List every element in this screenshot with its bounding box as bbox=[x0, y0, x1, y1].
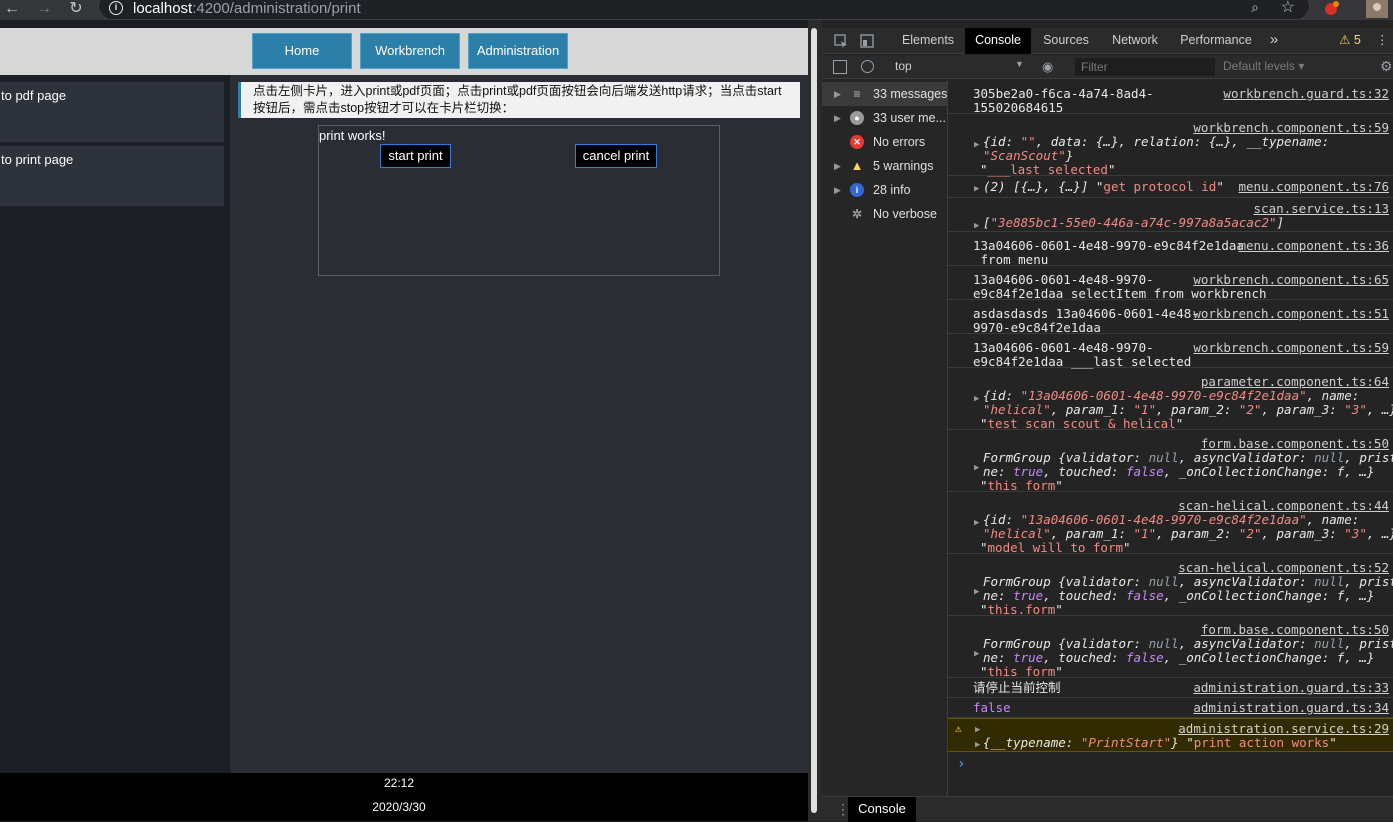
card-to-print-page[interactable]: to print page bbox=[0, 146, 224, 206]
print-title: print works! bbox=[319, 128, 386, 143]
console-message: form.base.component.ts:50 ▶ FormGroup {v… bbox=[948, 430, 1393, 493]
warning-icon: ⚠ bbox=[1339, 33, 1351, 47]
warnings-badge[interactable]: ⚠ 5 bbox=[1337, 28, 1363, 54]
error-icon: ✕ bbox=[850, 135, 864, 149]
splitter-grip[interactable] bbox=[811, 28, 817, 813]
console-message: scan-helical.component.ts:52 ▶ FormGroup… bbox=[948, 554, 1393, 617]
context-dropdown-icon[interactable]: ▼ bbox=[1015, 59, 1024, 69]
bookmark-star-icon[interactable]: ☆ bbox=[1281, 0, 1295, 17]
console-message: scan-helical.component.ts:44 ▶ {id: "13a… bbox=[948, 492, 1393, 555]
console-toolbar: top ▼ ◉ Filter Default levels ▾ ⚙ bbox=[822, 55, 1393, 79]
warning-icon: ⚠ bbox=[955, 722, 962, 735]
console-message: asdasdasds 13a04606-0601-4e48- 9970-e9c8… bbox=[948, 300, 1393, 335]
console-message: scan.service.ts:13 ▶ ["3e885bc1-55e0-446… bbox=[948, 198, 1393, 232]
sidebar-item-messages[interactable]: ▶ ≡ 33 messages bbox=[822, 82, 948, 106]
console-message: ▶ (2) [{…}, {…}] "get protocol id" menu.… bbox=[948, 176, 1393, 198]
start-print-button[interactable]: start print bbox=[380, 144, 451, 168]
more-tabs-icon[interactable]: » bbox=[1266, 28, 1282, 54]
forward-icon[interactable]: → bbox=[34, 0, 54, 20]
console-message: false administration.guard.ts:34 bbox=[948, 698, 1393, 718]
console-message: 305be2a0-f6ca-4a74-8ad4- 155020684615 wor… bbox=[948, 80, 1393, 115]
app-header: Home Workbrench Administration bbox=[0, 28, 808, 75]
console-log: 305be2a0-f6ca-4a74-8ad4- 155020684615 wor… bbox=[948, 80, 1393, 796]
console-message: 13a04606-0601-4e48-9970- e9c84f2e1daa __… bbox=[948, 334, 1393, 369]
sidebar-item-verbose[interactable]: ✲ No verbose bbox=[822, 202, 948, 226]
tab-console[interactable]: Console bbox=[965, 28, 1031, 54]
console-message: parameter.component.ts:64 ▶ {id: "13a046… bbox=[948, 368, 1393, 431]
drawer-tab-console[interactable]: Console bbox=[848, 797, 916, 822]
panel-splitter[interactable] bbox=[808, 20, 822, 821]
instruction-notice: 点击左侧卡片，进入print或pdf页面；点击print或pdf页面按钮会向后端… bbox=[238, 82, 800, 118]
user-icon: ● bbox=[850, 111, 864, 125]
device-toolbar-icon[interactable] bbox=[856, 28, 878, 54]
app-viewport: Home Workbrench Administration to pdf pa… bbox=[0, 20, 808, 821]
log-levels-select[interactable]: Default levels ▾ bbox=[1223, 59, 1304, 73]
tab-sources[interactable]: Sources bbox=[1033, 28, 1099, 54]
tab-performance[interactable]: Performance bbox=[1174, 28, 1258, 54]
app-footer: 22:12 2020/3/30 bbox=[0, 773, 808, 821]
devtools-panel: Elements Console Sources Network Perform… bbox=[822, 20, 1393, 822]
console-sidebar: ▶ ≡ 33 messages ▶ ● 33 user me... ✕ No errors… bbox=[822, 80, 948, 796]
devtools-tabbar: Elements Console Sources Network Perform… bbox=[822, 28, 1393, 54]
console-prompt-input[interactable]: › bbox=[957, 756, 965, 772]
tab-elements[interactable]: Elements bbox=[893, 28, 963, 54]
bug-icon: ✲ bbox=[851, 207, 863, 221]
list-icon: ≡ bbox=[853, 87, 861, 101]
nav-home-button[interactable]: Home bbox=[252, 33, 352, 69]
nav-workbrench-button[interactable]: Workbrench bbox=[360, 33, 460, 69]
nav-administration-button[interactable]: Administration bbox=[468, 33, 568, 69]
warning-icon: ▲ bbox=[850, 158, 864, 173]
sidebar-item-user-messages[interactable]: ▶ ● 33 user me... bbox=[822, 106, 948, 130]
sidebar-item-errors[interactable]: ✕ No errors bbox=[822, 130, 948, 154]
console-message: workbrench.component.ts:59 ▶ {id: "", da… bbox=[948, 114, 1393, 177]
sidebar-item-info[interactable]: ▶ i 28 info bbox=[822, 178, 948, 202]
profile-avatar[interactable] bbox=[1366, 0, 1388, 18]
info-icon: i bbox=[850, 183, 864, 197]
sidebar-item-warnings[interactable]: ▶ ▲ 5 warnings bbox=[822, 154, 948, 178]
print-panel: print works! start print cancel print bbox=[318, 125, 720, 276]
console-message: form.base.component.ts:50 ▶ FormGroup {v… bbox=[948, 616, 1393, 679]
address-bar[interactable]: i localhost:4200/administration/print ⌕ … bbox=[98, 0, 1310, 20]
inspect-element-icon[interactable] bbox=[830, 28, 852, 54]
reload-icon[interactable]: ↻ bbox=[66, 0, 86, 20]
console-settings-icon[interactable]: ⚙ bbox=[1380, 58, 1393, 75]
console-warning-message: ⚠ ▶ administration.service.ts:29 ▶ {__ty… bbox=[948, 718, 1393, 752]
main-content: 点击左侧卡片，进入print或pdf页面；点击print或pdf页面按钮会向后端… bbox=[230, 75, 808, 773]
console-message: 13a04606-0601-4e48-9970-e9c84f2e1daa fro… bbox=[948, 232, 1393, 267]
console-message: 13a04606-0601-4e48-9970- e9c84f2e1daa se… bbox=[948, 266, 1393, 301]
zoom-icon[interactable]: ⌕ bbox=[1251, 0, 1259, 16]
devtools-menu-icon[interactable]: ⋮ bbox=[1376, 28, 1389, 54]
live-expression-eye-icon[interactable]: ◉ bbox=[1042, 59, 1053, 75]
devtools-drawer: ⋮ Console bbox=[822, 796, 1393, 822]
url-host: localhost bbox=[133, 0, 193, 17]
cancel-print-button[interactable]: cancel print bbox=[575, 144, 657, 168]
card-to-pdf-page[interactable]: to pdf page bbox=[0, 82, 224, 142]
back-icon[interactable]: ← bbox=[2, 0, 22, 20]
app-sidebar: to pdf page to print page bbox=[0, 75, 230, 773]
warnings-count: 5 bbox=[1353, 33, 1361, 47]
filter-input[interactable]: Filter bbox=[1075, 58, 1215, 76]
console-message: 请停止当前控制 administration.guard.ts:33 bbox=[948, 678, 1393, 698]
footer-date: 2020/3/30 bbox=[372, 800, 426, 814]
tab-network[interactable]: Network bbox=[1103, 28, 1167, 54]
clear-console-icon[interactable] bbox=[861, 60, 874, 73]
url-path: :4200/administration/print bbox=[192, 0, 361, 17]
extension-icon[interactable] bbox=[1322, 0, 1340, 18]
site-info-icon[interactable]: i bbox=[109, 1, 123, 15]
browser-toolbar: ← → ↻ i localhost:4200/administration/pr… bbox=[0, 0, 1393, 20]
sidebar-toggle-icon[interactable] bbox=[833, 60, 847, 74]
context-select[interactable]: top bbox=[895, 59, 912, 73]
footer-time: 22:12 bbox=[383, 776, 415, 790]
